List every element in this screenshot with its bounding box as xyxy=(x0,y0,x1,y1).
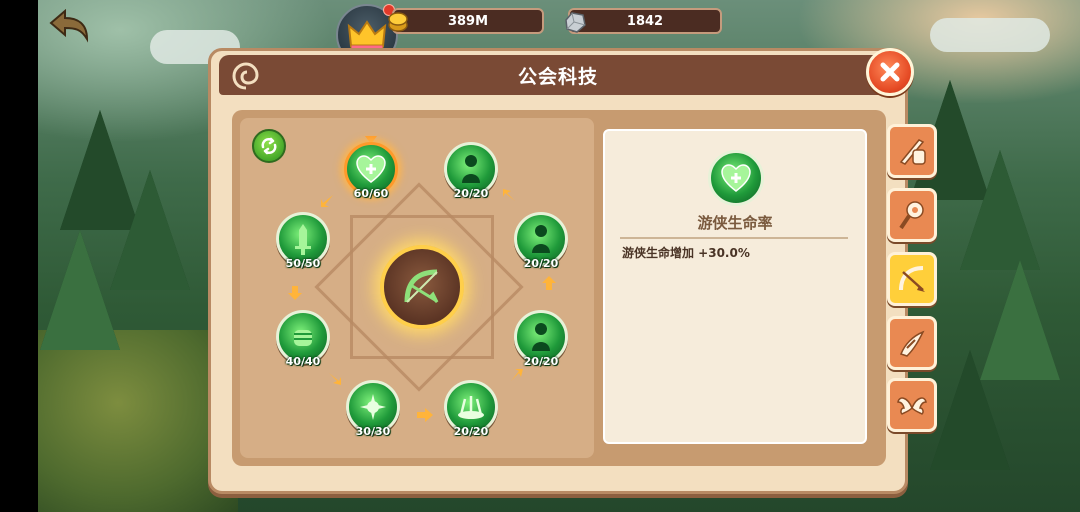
burst-icon xyxy=(360,394,386,420)
skill-level: 40/40 xyxy=(285,355,321,368)
path-arrow-icon xyxy=(286,284,304,302)
skill-level: 30/30 xyxy=(355,425,391,438)
screen-edge xyxy=(0,0,38,512)
wings-icon xyxy=(897,397,927,415)
refresh-icon xyxy=(261,137,277,155)
staff-icon xyxy=(899,201,924,230)
cloud xyxy=(930,18,1050,52)
pine-tree xyxy=(110,170,190,290)
stone-icon xyxy=(562,9,588,35)
fist-icon xyxy=(294,330,312,346)
heart-plus-icon xyxy=(721,164,751,192)
pine-tree xyxy=(930,350,1010,470)
path-arrow-icon xyxy=(326,370,344,388)
bow-arrow-icon xyxy=(899,266,925,292)
stone-amount: 1842 xyxy=(626,13,664,29)
tab-mage[interactable] xyxy=(887,188,937,242)
back-button[interactable] xyxy=(46,8,92,44)
skill-level: 60/60 xyxy=(353,187,389,200)
hero-silhouette-icon xyxy=(532,323,550,351)
gold-coin-icon xyxy=(386,8,410,34)
panel-title-bar: 公会科技 xyxy=(219,55,897,95)
crown-icon xyxy=(347,20,387,51)
bow-icon xyxy=(404,269,439,304)
detail-skill-name: 游侠生命率 xyxy=(697,214,773,232)
back-arrow-icon xyxy=(49,9,89,43)
tab-warrior[interactable] xyxy=(887,124,937,178)
tab-ranger[interactable] xyxy=(887,252,937,306)
gold-amount: 389M xyxy=(447,13,489,29)
aura-icon xyxy=(458,396,484,419)
ranger-center-node[interactable] xyxy=(380,245,464,329)
detail-skill-effect: 游侠生命增加 +30.0% xyxy=(622,246,750,260)
pine-tree xyxy=(960,150,1040,270)
skill-level: 20/20 xyxy=(453,187,489,200)
skill-level: 50/50 xyxy=(285,257,321,270)
close-button[interactable] xyxy=(866,48,914,96)
skill-level: 20/20 xyxy=(523,257,559,270)
path-arrow-icon xyxy=(416,406,434,424)
path-arrow-icon xyxy=(540,274,558,292)
reset-button[interactable] xyxy=(252,129,286,163)
path-arrow-icon xyxy=(508,366,526,384)
gold-counter: 389M xyxy=(392,8,544,34)
path-arrow-icon xyxy=(500,186,518,204)
sword-icon xyxy=(295,224,311,255)
divider xyxy=(620,237,848,239)
sword-shield-icon xyxy=(899,139,926,165)
path-arrow-icon xyxy=(318,192,336,210)
tab-support[interactable] xyxy=(887,378,937,432)
hero-silhouette-icon xyxy=(532,225,550,253)
tab-assassin[interactable] xyxy=(887,316,937,370)
skill-level: 20/20 xyxy=(453,425,489,438)
stone-counter: 1842 xyxy=(568,8,722,34)
claw-icon xyxy=(900,330,925,357)
pine-tree xyxy=(40,230,120,350)
panel-title: 公会科技 xyxy=(517,65,598,88)
swirl-ornament-icon xyxy=(232,62,259,90)
hero-silhouette-icon xyxy=(462,155,480,183)
detail-skill-icon xyxy=(708,150,764,206)
close-icon xyxy=(880,62,900,82)
heart-plus-icon xyxy=(356,155,386,183)
